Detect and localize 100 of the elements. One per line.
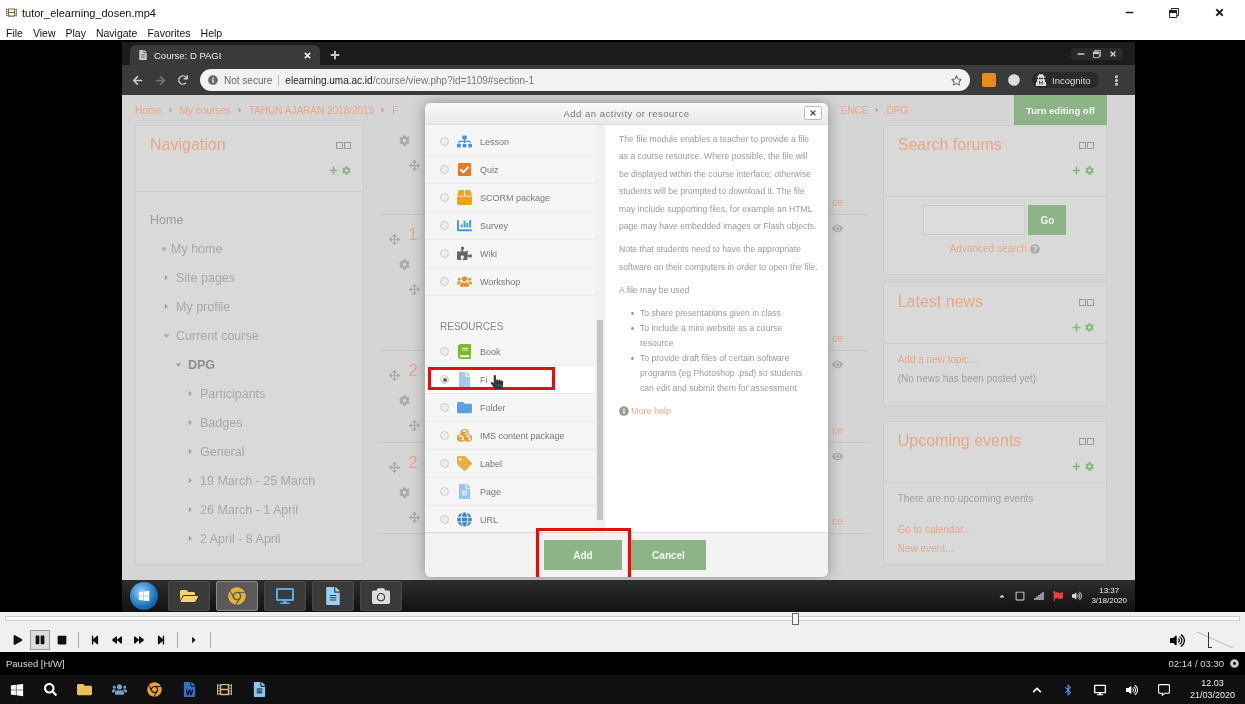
radio-button[interactable]: [440, 347, 449, 356]
star-icon[interactable]: [951, 74, 962, 86]
settings-icon[interactable]: [399, 395, 411, 406]
more-help-link[interactable]: More help: [631, 405, 672, 416]
radio-button[interactable]: [440, 277, 449, 286]
settings-icon[interactable]: [399, 487, 411, 498]
taskbar-button[interactable]: [360, 581, 402, 611]
word-icon[interactable]: [182, 682, 197, 697]
window-icon[interactable]: [1015, 591, 1026, 601]
radio-button[interactable]: [440, 431, 449, 440]
radio-button[interactable]: [440, 403, 449, 412]
settings-icon[interactable]: [342, 166, 352, 175]
move-icon[interactable]: [409, 160, 421, 171]
breadcrumb-link[interactable]: ENCE: [840, 104, 869, 116]
add-icon[interactable]: [329, 166, 339, 175]
radio-button[interactable]: [440, 165, 449, 174]
add-icon[interactable]: [1072, 323, 1081, 332]
menu-item[interactable]: View: [32, 26, 56, 39]
taskbar-button[interactable]: [216, 581, 258, 611]
radio-button[interactable]: [440, 375, 449, 384]
clock[interactable]: 12.03 21/03/2020: [1189, 678, 1235, 701]
resource-option[interactable]: Lesson: [425, 128, 595, 156]
network-icon[interactable]: [1093, 683, 1106, 696]
signal-icon[interactable]: [1034, 591, 1045, 601]
player-button[interactable]: [30, 630, 50, 650]
add-activity-link[interactable]: ce: [832, 197, 843, 208]
eye-icon[interactable]: [831, 223, 843, 234]
move-icon[interactable]: [389, 462, 401, 473]
scrollbar[interactable]: [595, 125, 605, 532]
resource-option[interactable]: Fi: [425, 366, 595, 394]
breadcrumb-link[interactable]: TAHUN AJARAN 2018/2019: [248, 104, 375, 116]
caret-right-icon[interactable]: [186, 476, 195, 485]
volume-thumb[interactable]: [1207, 632, 1212, 648]
resource-option[interactable]: Workshop: [425, 268, 595, 296]
seek-thumb[interactable]: [792, 613, 800, 625]
taskbar-button[interactable]: [312, 581, 354, 611]
menu-item[interactable]: Favorites: [147, 26, 191, 39]
move-icon[interactable]: [409, 512, 421, 523]
volume-icon[interactable]: [1072, 591, 1083, 601]
move-icon[interactable]: [389, 370, 401, 381]
restore-icon[interactable]: [1093, 49, 1101, 58]
new-tab-icon[interactable]: [330, 50, 340, 60]
radio-button[interactable]: [440, 221, 449, 230]
radio-button[interactable]: [440, 137, 449, 146]
extension-icon[interactable]: [1008, 74, 1020, 86]
clock[interactable]: 13:37 3/18/2020: [1091, 586, 1127, 606]
caret-up-icon[interactable]: [998, 592, 1007, 600]
profile-button[interactable]: Incognito: [1032, 72, 1099, 88]
add-icon[interactable]: [1072, 462, 1081, 471]
move-icon[interactable]: [409, 420, 421, 431]
resource-option[interactable]: Page: [425, 478, 595, 506]
taskbar-button[interactable]: [168, 581, 210, 611]
settings-icon[interactable]: [399, 259, 411, 270]
caret-right-icon[interactable]: [186, 418, 195, 427]
people-icon[interactable]: [112, 682, 127, 697]
start-icon[interactable]: [10, 682, 24, 697]
breadcrumb-link[interactable]: My courses: [179, 104, 231, 116]
caret-right-icon[interactable]: [162, 273, 171, 282]
menu-item[interactable]: Help: [200, 26, 223, 39]
nav-link[interactable]: Home: [150, 212, 184, 227]
resource-option[interactable]: Quiz: [425, 156, 595, 184]
caret-right-icon[interactable]: [186, 447, 195, 456]
help-icon[interactable]: [1030, 243, 1040, 254]
breadcrumb-link[interactable]: Home: [135, 104, 162, 116]
calendar-link[interactable]: Go to calendar...: [897, 524, 1092, 535]
advanced-search-link[interactable]: Advanced search: [949, 243, 1027, 254]
reload-icon[interactable]: [178, 75, 188, 85]
breadcrumb-link[interactable]: F: [392, 104, 399, 116]
dock-icon[interactable]: [336, 141, 352, 149]
dock-icon[interactable]: [1079, 437, 1094, 445]
nav-link[interactable]: DPG: [188, 357, 216, 372]
caret-down-icon[interactable]: [174, 360, 183, 369]
calendar-link[interactable]: New event...: [897, 543, 1092, 554]
volume-icon[interactable]: [1170, 632, 1185, 648]
browser-tab[interactable]: Course: D PAGI: [130, 45, 320, 65]
dialog-button[interactable]: Cancel: [631, 540, 706, 570]
add-activity-link[interactable]: ce: [832, 425, 843, 436]
go-button[interactable]: Go: [1028, 205, 1067, 235]
move-icon[interactable]: [389, 234, 401, 245]
turn-editing-off-button[interactable]: Turn editing off: [1014, 95, 1107, 125]
add-activity-link[interactable]: ce: [832, 516, 843, 527]
film-icon[interactable]: [217, 682, 232, 697]
caret-down-icon[interactable]: [162, 331, 171, 340]
document-icon[interactable]: [252, 682, 267, 697]
radio-button[interactable]: [440, 249, 449, 258]
settings-icon[interactable]: [1085, 462, 1094, 471]
menu-item[interactable]: Navigate: [95, 26, 138, 39]
chrome-icon[interactable]: [147, 682, 162, 697]
resource-option[interactable]: Label: [425, 450, 595, 478]
dialog-button[interactable]: Add: [544, 540, 622, 570]
add-activity-link[interactable]: ce: [832, 333, 843, 344]
dock-icon[interactable]: [1079, 298, 1094, 306]
caret-right-icon[interactable]: [186, 534, 195, 543]
resource-option[interactable]: Survey: [425, 212, 595, 240]
resource-option[interactable]: IMS content package: [425, 422, 595, 450]
settings-icon[interactable]: [1085, 166, 1094, 175]
close-icon[interactable]: [303, 50, 312, 60]
radio-button[interactable]: [440, 487, 449, 496]
caret-right-icon[interactable]: [186, 505, 195, 514]
close-button[interactable]: [804, 106, 822, 120]
